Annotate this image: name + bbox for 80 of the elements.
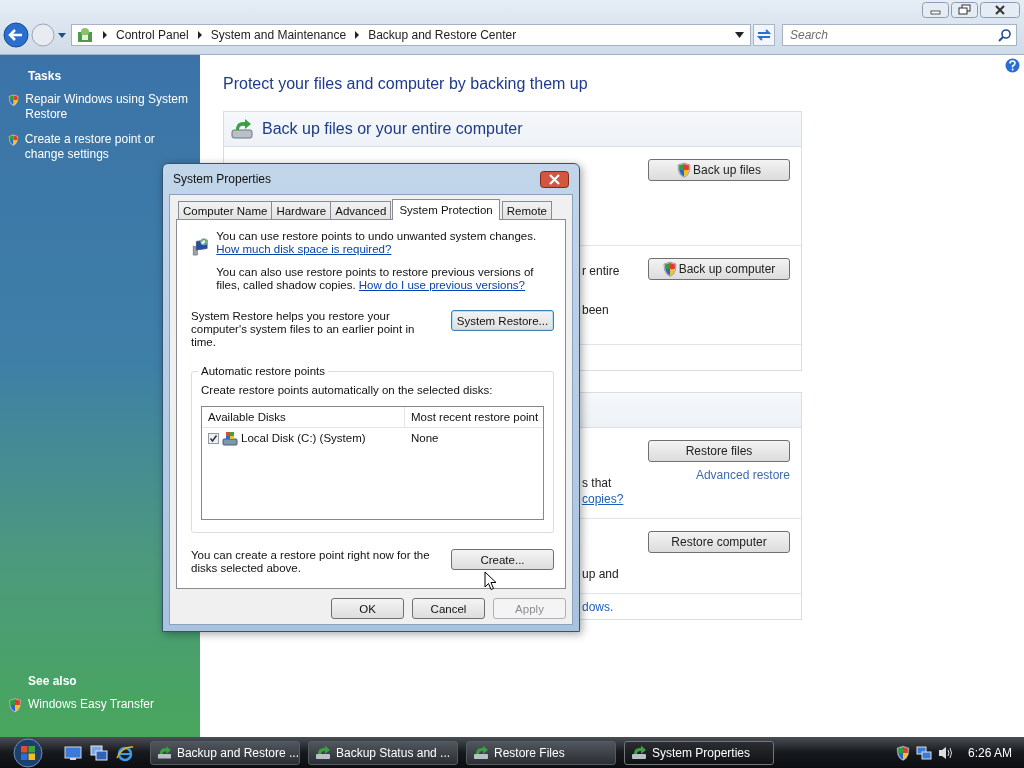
section-title: Back up files or your entire computer (262, 120, 523, 138)
intro-text: You can use restore points to undo unwanted system changes. How much disk space is required? (216, 230, 538, 256)
dialog-title: System Properties (173, 172, 272, 186)
group-legend: Automatic restore points (198, 365, 328, 377)
dialog-button[interactable]: Cancel (412, 598, 485, 619)
chevron-icon (102, 31, 108, 39)
column-header[interactable]: Available Disks (202, 407, 405, 427)
taskbar-button[interactable]: Restore Files (466, 740, 616, 765)
page-heading: Protect your files and computer by backing them up (223, 75, 589, 93)
dialog-button[interactable]: OK (331, 598, 404, 619)
breadcrumb[interactable]: System and Maintenance (210, 28, 347, 42)
back-icon[interactable] (3, 22, 29, 48)
shield-icon (8, 92, 20, 108)
see-also-heading: See also (28, 674, 78, 688)
search-field[interactable]: Search (782, 24, 1017, 46)
app-icon (473, 744, 489, 761)
action-button[interactable]: Restore files (648, 440, 790, 462)
system-restore-button[interactable]: System Restore... (451, 310, 554, 331)
app-icon (157, 744, 172, 761)
create-button[interactable]: Create... (451, 549, 554, 570)
group-description: Create restore points automatically on the selected disks: (201, 384, 494, 396)
action-button[interactable]: Restore computer (648, 531, 790, 553)
disk-space-link[interactable]: How much disk space is required? (216, 243, 392, 255)
description-text: been (582, 303, 609, 317)
tasks-heading: Tasks (28, 69, 63, 83)
shield-icon (895, 744, 910, 761)
task-link[interactable]: Repair Windows using System Restore (25, 92, 192, 122)
shield-icon (8, 697, 22, 713)
taskbar-button[interactable]: Backup and Restore ... (150, 740, 300, 765)
create-text: You can create a restore point right now for the disks selected above. (191, 549, 431, 575)
taskbar-button[interactable]: Backup Status and ... (308, 740, 458, 765)
dropdown-icon[interactable] (735, 32, 744, 38)
shield-icon (8, 132, 19, 148)
breadcrumb[interactable]: Control Panel (116, 28, 189, 42)
previous-versions-link[interactable]: How do I use previous versions? (358, 279, 525, 291)
app-icon (631, 744, 647, 761)
task-link[interactable]: Create a restore point or change settings (24, 132, 192, 162)
disk-name: Local Disk (C:) (System) (241, 432, 366, 444)
disk-icon (222, 430, 238, 446)
breadcrumb[interactable]: Backup and Restore Center (368, 28, 517, 42)
action-button[interactable]: Back up computer (648, 258, 790, 280)
chevron-icon (354, 31, 361, 39)
desktop-icon[interactable] (64, 744, 82, 761)
browser-icon[interactable] (116, 743, 134, 762)
restore-point-cell-text: None (410, 432, 439, 444)
address-bar[interactable]: Control Panel System and Maintenance Backup and Restore Center (71, 24, 751, 46)
footer-link[interactable]: dows. (582, 599, 614, 614)
tab[interactable]: Hardware (271, 201, 332, 219)
shield-icon (676, 162, 691, 178)
chevron-icon (196, 31, 203, 39)
backup-drive-icon (230, 118, 254, 140)
help-icon[interactable] (1005, 58, 1020, 73)
tab[interactable]: System Protection (392, 199, 500, 220)
tab[interactable]: Computer Name (178, 201, 273, 219)
taskbar-button[interactable]: System Properties (624, 740, 774, 765)
tab[interactable]: Advanced (330, 201, 392, 219)
action-button[interactable]: Back up files (648, 159, 790, 181)
history-dropdown-icon[interactable] (57, 31, 67, 39)
close-icon[interactable] (980, 2, 1020, 18)
column-header[interactable]: Most recent restore point (405, 407, 539, 427)
description-text: up and (582, 567, 619, 581)
advanced-restore-link[interactable]: Advanced restore (695, 468, 790, 482)
help-link[interactable]: copies? (582, 492, 624, 506)
tab[interactable]: Remote (501, 201, 552, 219)
checkbox[interactable] (208, 432, 219, 444)
system-restore-text: System Restore helps you restore your computer's system files to an earlier point in time. (191, 310, 416, 349)
app-icon (315, 744, 331, 761)
maximize-icon[interactable] (951, 2, 978, 18)
close-icon[interactable] (540, 170, 569, 188)
shadow-copies-text: You can also use restore points to restore previous versions of files, called shadow copies. How do I use previous versions? (216, 266, 535, 292)
window-switch-icon[interactable] (90, 744, 108, 761)
search-icon[interactable] (998, 28, 1011, 42)
description-text: r entire (582, 264, 620, 278)
network-icon (915, 744, 932, 761)
volume-icon (937, 744, 954, 761)
description-text: s that (582, 476, 612, 490)
control-panel-icon (76, 26, 94, 44)
shield-icon (662, 261, 677, 277)
clock: 6:26 AM (967, 745, 1012, 760)
refresh-icon[interactable] (753, 24, 775, 46)
